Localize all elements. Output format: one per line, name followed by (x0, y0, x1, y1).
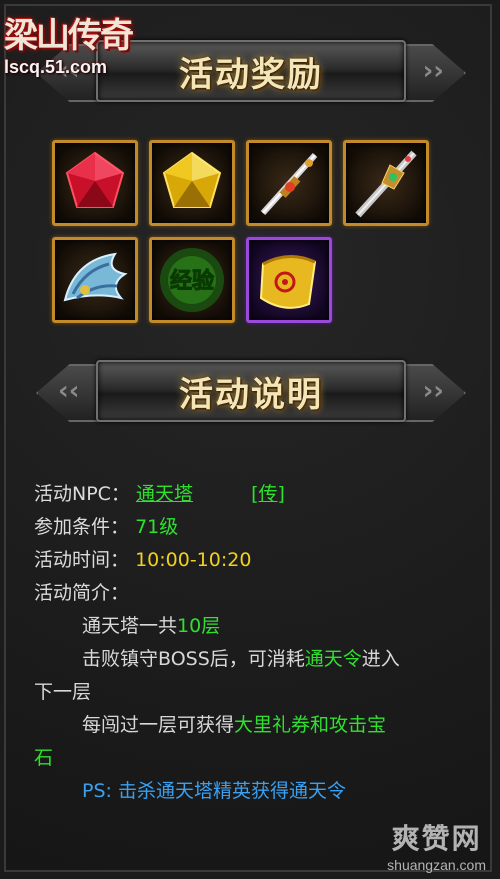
scroll-icon (259, 255, 317, 309)
reward-slot-sword[interactable] (246, 140, 332, 226)
ps-text: 击杀通天塔精英获得通天令 (117, 780, 346, 802)
condition-label: 参加条件： (34, 516, 130, 538)
npc-link[interactable]: 通天塔 (136, 483, 193, 505)
site-watermark: 爽赞网 shuangzan.com (387, 817, 486, 873)
intro-line-1: 通天塔一共10层 (34, 610, 474, 643)
time-value: 10:00-10:20 (135, 549, 252, 571)
intro-line-4: 每闯过一层可获得大里礼券和攻击宝 (34, 709, 474, 742)
condition-value: 71级 (135, 516, 179, 538)
experience-icon: 经验 (160, 248, 224, 312)
intro-label: 活动简介： (34, 582, 130, 604)
reward-slot-ornate-sword[interactable] (343, 140, 429, 226)
reward-slot-red-gem[interactable] (52, 140, 138, 226)
logo-title: 梁山传奇 (4, 16, 134, 56)
chevron-right-icon: ›› (422, 376, 444, 406)
intro-line-2-text: 击败镇守BOSS后，可消耗 (82, 648, 305, 670)
intro-row: 活动简介： (34, 577, 474, 610)
description-title: 活动说明 (179, 374, 323, 415)
token-name: 通天令 (304, 648, 362, 670)
ps-label: PS: (82, 780, 112, 802)
reward-slot-scroll[interactable] (246, 237, 332, 323)
chevron-left-icon: ‹‹ (58, 376, 80, 406)
intro-line-3: 下一层 (34, 676, 474, 709)
reward-slot-experience[interactable]: 经验 (149, 237, 235, 323)
npc-label: 活动NPC： (34, 483, 130, 505)
experience-label: 经验 (170, 268, 214, 294)
rewards-title: 活动奖励 (179, 54, 323, 95)
description-banner: ‹‹ ›› 活动说明 (36, 354, 466, 428)
intro-line-2-suffix: 进入 (361, 648, 400, 670)
logo-url: lscq.51.com (4, 57, 108, 77)
reward-slot-phoenix-wing[interactable] (52, 237, 138, 323)
yellow-gem-icon (162, 151, 222, 208)
intro-line-4-text: 每闯过一层可获得 (82, 714, 235, 736)
ps-row: PS: 击杀通天塔精英获得通天令 (34, 775, 474, 808)
watermark-url: shuangzan.com (387, 857, 486, 873)
condition-row: 参加条件： 71级 (34, 511, 474, 544)
time-label: 活动时间： (34, 549, 130, 571)
phoenix-wing-icon (63, 252, 128, 302)
intro-line-3-text: 下一层 (34, 681, 92, 703)
reward-slot-yellow-gem[interactable] (149, 140, 235, 226)
ornate-sword-icon (355, 150, 417, 218)
reward-highlight-end: 石 (34, 747, 54, 769)
intro-line-2: 击败镇守BOSS后，可消耗通天令进入 (34, 643, 474, 676)
sword-icon (260, 152, 318, 216)
intro-line-5: 石 (34, 742, 474, 775)
reward-highlight: 大里礼券和攻击宝 (234, 714, 387, 736)
chevron-right-icon: ›› (422, 56, 444, 86)
activity-info: 活动NPC： 通天塔 [传] 参加条件： 71级 活动时间： 10:00-10:… (34, 478, 474, 808)
teleport-link[interactable]: [传] (251, 483, 285, 505)
floor-count: 10层 (177, 615, 221, 637)
game-logo: 梁山传奇 lscq.51.com (4, 8, 134, 78)
intro-line-1-text: 通天塔一共 (82, 615, 178, 637)
npc-row: 活动NPC： 通天塔 [传] (34, 478, 474, 511)
red-gem-icon (65, 151, 125, 208)
watermark-title: 爽赞网 (391, 822, 482, 855)
time-row: 活动时间： 10:00-10:20 (34, 544, 474, 577)
